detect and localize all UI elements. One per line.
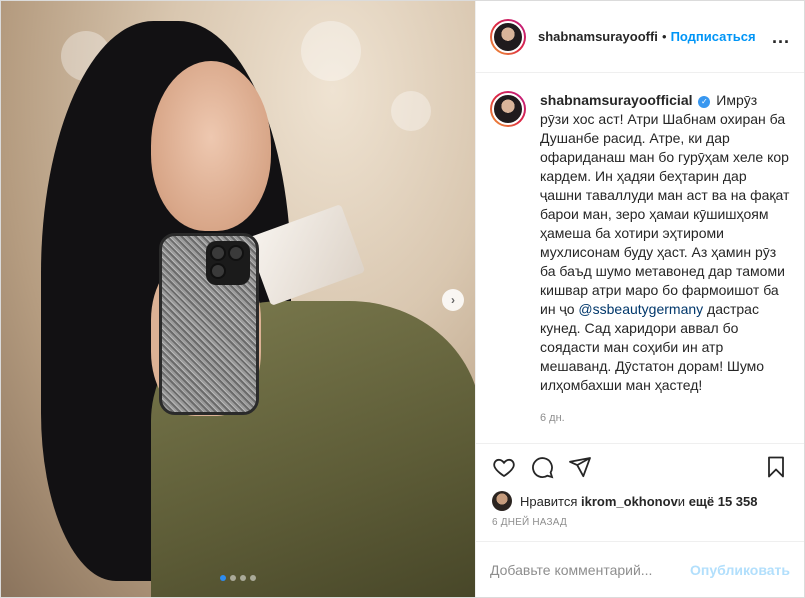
- post-frame: › shabnamsurayoofficial • Подписаться ..…: [0, 0, 805, 598]
- bokeh-light: [391, 91, 431, 131]
- comment-box: Опубликовать: [476, 541, 804, 597]
- carousel-dot: [240, 575, 246, 581]
- header-username[interactable]: shabnamsurayoofficial: [538, 29, 658, 44]
- post-sidebar: shabnamsurayoofficial • Подписаться ... …: [475, 1, 804, 597]
- caption-avatar[interactable]: [490, 91, 526, 127]
- post-photo[interactable]: ›: [1, 1, 475, 597]
- likes-prefix: Нравится: [520, 493, 578, 509]
- share-icon[interactable]: [568, 455, 592, 479]
- carousel-dots: [220, 575, 256, 581]
- action-bar: [476, 443, 804, 489]
- caption-body: shabnamsurayoofficial ✓ Имрӯз рӯзи хос а…: [540, 91, 790, 428]
- likes-middle: и: [677, 493, 686, 509]
- liker-avatar[interactable]: [492, 491, 512, 511]
- post-date[interactable]: 6 ДНЕЙ НАЗАД: [476, 513, 804, 541]
- post-header: shabnamsurayoofficial • Подписаться ...: [476, 1, 804, 73]
- carousel-dot: [230, 575, 236, 581]
- carousel-dot: [250, 575, 256, 581]
- phone-camera: [206, 241, 250, 285]
- header-separator: •: [662, 29, 667, 44]
- carousel-next-button[interactable]: ›: [442, 289, 464, 311]
- more-options-icon[interactable]: ...: [772, 28, 790, 46]
- bokeh-light: [301, 21, 361, 81]
- caption-username[interactable]: shabnamsurayoofficial: [540, 92, 693, 108]
- carousel-dot: [220, 575, 226, 581]
- liker-username[interactable]: ikrom_okhonov: [581, 494, 678, 509]
- caption-area: shabnamsurayoofficial ✓ Имрӯз рӯзи хос а…: [476, 73, 804, 443]
- heart-icon[interactable]: [492, 455, 516, 479]
- likes-count[interactable]: ещё 15 358: [689, 494, 758, 509]
- likes-row: Нравится ikrom_okhonov и ещё 15 358: [476, 489, 804, 513]
- caption-text: Имрӯз рӯзи хос аст! Атри Шабнам охиран б…: [540, 92, 790, 317]
- bookmark-icon[interactable]: [764, 455, 788, 479]
- publish-comment-button[interactable]: Опубликовать: [690, 562, 790, 578]
- caption-row: shabnamsurayoofficial ✓ Имрӯз рӯзи хос а…: [490, 91, 790, 428]
- comment-input[interactable]: [490, 561, 683, 578]
- face-shape: [151, 61, 271, 231]
- caption-time[interactable]: 6 дн.: [540, 409, 790, 428]
- verified-badge-icon: ✓: [698, 96, 711, 108]
- follow-button[interactable]: Подписаться: [671, 29, 756, 44]
- comment-icon[interactable]: [530, 455, 554, 479]
- avatar[interactable]: [490, 18, 526, 55]
- caption-mention-link[interactable]: @ssbeautygermany: [578, 301, 703, 317]
